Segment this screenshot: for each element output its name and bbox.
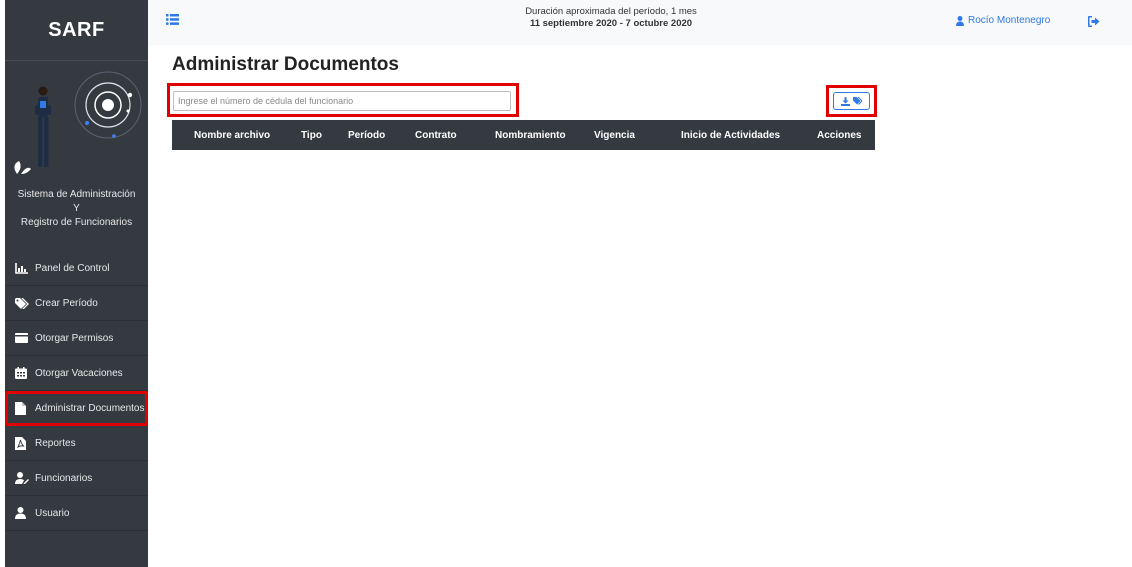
sidebar-item-label: Otorgar Permisos: [35, 332, 114, 344]
export-button[interactable]: [833, 92, 870, 110]
user-menu[interactable]: Rocío Montenegro: [956, 15, 1050, 26]
tag-icon: [853, 97, 862, 105]
sidebar-illustration: [5, 61, 148, 176]
column-header[interactable]: Tipo: [301, 130, 322, 141]
sidebar-menu: Panel de Control Crear Período Otorgar P…: [5, 251, 148, 531]
file-icon: [15, 401, 31, 415]
sidebar-item-funcionarios[interactable]: Funcionarios: [5, 461, 148, 496]
sidebar-item-otorgar-vacaciones[interactable]: Otorgar Vacaciones: [5, 356, 148, 391]
user-icon: [15, 507, 31, 519]
sidebar-item-otorgar-permisos[interactable]: Otorgar Permisos: [5, 321, 148, 356]
download-icon: [841, 96, 850, 106]
brand-logo[interactable]: SARF: [5, 0, 148, 61]
column-header[interactable]: Acciones: [817, 130, 861, 141]
search-input[interactable]: [173, 91, 511, 111]
sidebar-item-label: Crear Período: [35, 297, 98, 309]
column-header[interactable]: Período: [348, 130, 385, 141]
sidebar-item-label: Funcionarios: [35, 472, 93, 484]
search-container: [167, 83, 519, 117]
page-title: Administrar Documentos: [172, 54, 399, 75]
id-card-icon: [15, 333, 31, 343]
sidebar-item-label: Administrar Documentos: [35, 402, 145, 414]
user-icon: [956, 15, 964, 26]
user-edit-icon: [15, 472, 31, 484]
sidebar-item-label: Usuario: [35, 507, 70, 519]
sidebar-item-panel-de-control[interactable]: Panel de Control: [5, 251, 148, 286]
sidebar-item-label: Reportes: [35, 437, 76, 449]
sidebar-item-usuario[interactable]: Usuario: [5, 496, 148, 531]
system-name-line: Sistema de Administración: [17, 189, 136, 200]
system-name-line: Registro de Funcionarios: [20, 217, 133, 228]
column-header[interactable]: Contrato: [415, 130, 457, 141]
sidebar-item-crear-periodo[interactable]: Crear Período: [5, 286, 148, 321]
person-orbit-illustration: [14, 71, 142, 174]
calendar-icon: [15, 367, 31, 379]
column-header[interactable]: Nombramiento: [495, 130, 566, 141]
period-duration: Duración aproximada del período, 1 mes: [525, 6, 697, 17]
documents-table-header: Nombre archivo Tipo Período Contrato Nom…: [172, 120, 875, 150]
column-header[interactable]: Nombre archivo: [194, 130, 270, 141]
logout-icon[interactable]: [1088, 14, 1100, 32]
sidebar-item-label: Otorgar Vacaciones: [35, 367, 123, 379]
column-header[interactable]: Inicio de Actividades: [681, 130, 780, 141]
system-name-line: Y: [73, 203, 80, 214]
sidebar-item-administrar-documentos[interactable]: Administrar Documentos: [5, 391, 148, 426]
sidebar: SARF Sistema de Administración Y Registr…: [5, 0, 148, 567]
period-info: Duración aproximada del período, 1 mes 1…: [486, 6, 736, 30]
chart-area-icon: [15, 262, 31, 274]
period-range: 11 septiembre 2020 - 7 octubre 2020: [529, 18, 693, 29]
system-name: Sistema de Administración Y Registro de …: [5, 176, 148, 230]
menu-toggle-icon[interactable]: [166, 12, 179, 30]
sidebar-item-reportes[interactable]: Reportes: [5, 426, 148, 461]
file-pdf-icon: [15, 436, 31, 450]
column-header[interactable]: Vigencia: [594, 130, 635, 141]
export-container: [826, 85, 877, 117]
tags-icon: [15, 297, 31, 309]
user-name: Rocío Montenegro: [968, 15, 1051, 26]
sidebar-item-label: Panel de Control: [35, 262, 110, 274]
top-navbar: Duración aproximada del período, 1 mes 1…: [148, 0, 1132, 45]
